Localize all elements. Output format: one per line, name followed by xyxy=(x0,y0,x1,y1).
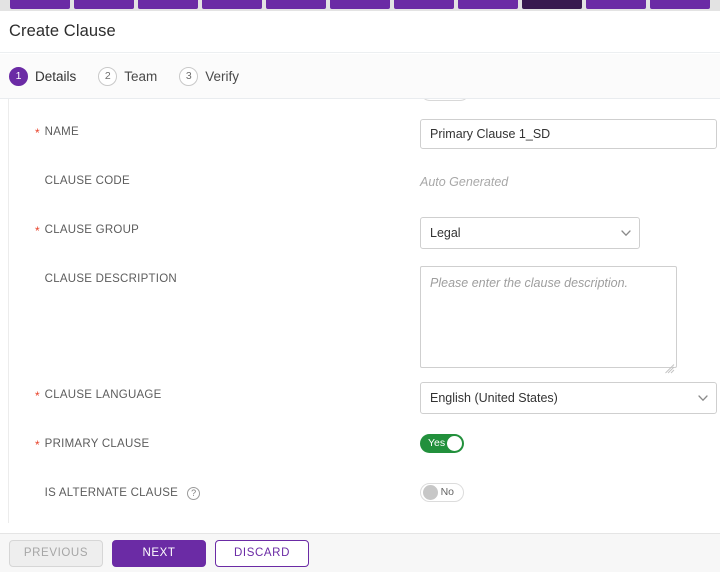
browser-tab-strip xyxy=(0,0,720,11)
previous-button[interactable]: PREVIOUS xyxy=(9,539,103,567)
clause-language-selected-value: English (United States) xyxy=(430,391,558,405)
step-team[interactable]: 2 Team xyxy=(98,66,158,86)
question-icon[interactable]: ? xyxy=(187,487,201,500)
step-number-badge: 3 xyxy=(179,66,199,86)
required-asterisk-icon: * xyxy=(35,126,40,140)
page-title: Create Clause xyxy=(9,22,116,40)
browser-tab-1[interactable] xyxy=(10,0,70,9)
is-alternate-clause-toggle[interactable]: No xyxy=(420,482,464,502)
is-alternate-clause-control-cell: No xyxy=(420,474,720,502)
required-asterisk-icon: * xyxy=(35,438,40,452)
clause-code-label-cell: * CLAUSE CODE xyxy=(18,162,420,188)
clause-description-wrap xyxy=(420,266,677,374)
clause-language-select-wrap: English (United States) xyxy=(420,382,717,414)
form-row-clause-description: * CLAUSE DESCRIPTION xyxy=(9,260,720,376)
form-row-clause-code: * CLAUSE CODE Auto Generated xyxy=(9,162,720,211)
is-alternate-clause-label: IS ALTERNATE CLAUSE xyxy=(44,487,179,499)
primary-clause-label: PRIMARY CLAUSE xyxy=(44,438,150,450)
required-asterisk-icon: * xyxy=(35,389,40,403)
clause-language-label: CLAUSE LANGUAGE xyxy=(44,389,162,401)
form-row-primary-clause: * PRIMARY CLAUSE Yes xyxy=(9,425,720,474)
browser-tab-4[interactable] xyxy=(202,0,262,9)
clause-group-select-wrap: Legal xyxy=(420,217,640,249)
clause-group-control-cell: Legal xyxy=(420,211,720,249)
clause-group-selected-value: Legal xyxy=(430,226,461,240)
clause-description-control-cell xyxy=(420,260,720,374)
clause-group-label: CLAUSE GROUP xyxy=(44,224,140,236)
applicable-for-all-contract-types-toggle[interactable] xyxy=(420,99,470,101)
create-clause-page: Create Clause 1 Details 2 Team 3 Verify APPLI… xyxy=(0,0,720,572)
next-button[interactable]: NEXT xyxy=(112,539,206,567)
name-control-cell xyxy=(420,113,720,149)
discard-button[interactable]: DISCARD xyxy=(215,539,309,567)
primary-clause-control-cell: Yes xyxy=(420,425,720,453)
step-label: Verify xyxy=(205,68,240,84)
browser-tab-2[interactable] xyxy=(74,0,134,9)
primary-clause-toggle[interactable]: Yes xyxy=(420,433,464,453)
page-header: Create Clause xyxy=(0,11,720,53)
clause-description-label: CLAUSE DESCRIPTION xyxy=(44,273,177,285)
required-asterisk-icon: * xyxy=(35,224,40,238)
toggle-knob xyxy=(423,484,438,500)
is-alternate-clause-label-cell: * IS ALTERNATE CLAUSE ? xyxy=(18,474,420,500)
step-label: Details xyxy=(35,68,77,84)
form-row-clause-language: * CLAUSE LANGUAGE English (United States… xyxy=(9,376,720,425)
clause-code-control-cell: Auto Generated xyxy=(420,162,720,191)
clause-description-label-cell: * CLAUSE DESCRIPTION xyxy=(18,260,420,286)
clause-group-select[interactable]: Legal xyxy=(420,217,640,249)
name-label-cell: * NAME xyxy=(18,113,420,139)
step-verify[interactable]: 3 Verify xyxy=(179,66,240,86)
clause-code-label: CLAUSE CODE xyxy=(44,175,130,187)
browser-tab-11[interactable] xyxy=(650,0,710,9)
clause-description-textarea[interactable] xyxy=(420,266,677,368)
step-details[interactable]: 1 Details xyxy=(9,66,77,86)
browser-tab-3[interactable] xyxy=(138,0,198,9)
browser-tab-9[interactable] xyxy=(522,0,582,9)
browser-tab-8[interactable] xyxy=(458,0,518,9)
form-row-applicable-for-all-contract-types: APPLICABLE FOR ALL CONTRACT TYPES xyxy=(9,99,720,113)
clause-language-select[interactable]: English (United States) xyxy=(420,382,717,414)
form-row-name: * NAME xyxy=(9,113,720,162)
name-label: NAME xyxy=(44,126,79,138)
clause-language-control-cell: English (United States) xyxy=(420,376,720,414)
step-number-badge: 2 xyxy=(98,66,118,86)
browser-tab-6[interactable] xyxy=(330,0,390,9)
is-alternate-clause-toggle-label: No xyxy=(440,486,454,498)
browser-tab-5[interactable] xyxy=(266,0,326,9)
form-row-clause-group: * CLAUSE GROUP Legal xyxy=(9,211,720,260)
primary-clause-label-cell: * PRIMARY CLAUSE xyxy=(18,425,420,451)
toggle-knob xyxy=(447,435,462,451)
step-number-badge: 1 xyxy=(9,66,28,86)
form-row-is-alternate-clause: * IS ALTERNATE CLAUSE ? No xyxy=(9,474,720,523)
primary-clause-toggle-label: Yes xyxy=(428,437,446,449)
name-input[interactable] xyxy=(420,119,717,149)
form-scroll-area: APPLICABLE FOR ALL CONTRACT TYPES * NAME… xyxy=(0,99,720,533)
clause-code-value: Auto Generated xyxy=(420,175,509,189)
form-footer: PREVIOUS NEXT DISCARD xyxy=(0,533,720,572)
step-label: Team xyxy=(124,68,158,84)
wizard-stepper: 1 Details 2 Team 3 Verify xyxy=(0,54,720,99)
clause-language-label-cell: * CLAUSE LANGUAGE xyxy=(18,376,420,402)
browser-tab-10[interactable] xyxy=(586,0,646,9)
browser-tab-7[interactable] xyxy=(394,0,454,9)
clause-group-label-cell: * CLAUSE GROUP xyxy=(18,211,420,237)
